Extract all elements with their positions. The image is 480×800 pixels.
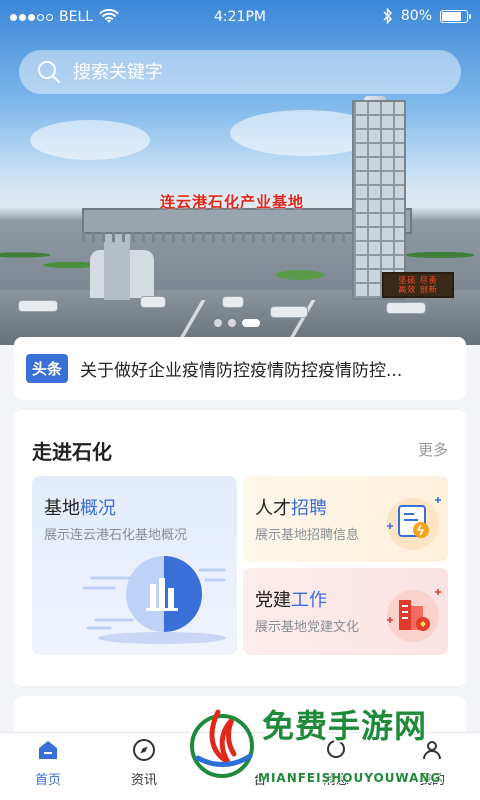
gantry-pillar: [104, 234, 130, 300]
overview-card-title: 基地概况: [44, 494, 116, 520]
talent-card-desc: 展示基地招聘信息: [255, 528, 360, 543]
car-shape: [222, 296, 244, 308]
party-title-part: 党建: [255, 590, 291, 611]
party-card-desc: 展示基地党建文化: [255, 620, 360, 635]
party-card-title: 党建工作: [255, 586, 327, 612]
intro-section: 走进石化 更多 基地概况 展示连云港石化基地概况 人才招聘 展示基地招聘信息 党…: [14, 410, 466, 686]
talent-card-title: 人才招聘: [255, 494, 327, 520]
carousel-dot-active[interactable]: [242, 319, 260, 327]
industrial-tower-shape: [352, 100, 406, 300]
led-sign-board: 坚硕 尽责 高效 创新: [382, 272, 454, 298]
overview-title-part: 基地: [44, 498, 80, 519]
watermark-overlay: 免费手游网 MIANFEISHOUYOUWANG: [188, 697, 480, 800]
car-shape: [18, 300, 58, 312]
nav-item-home[interactable]: 首页: [0, 733, 96, 800]
led-sign-line: 坚硕 尽责: [398, 276, 438, 285]
party-title-highlight: 工作: [291, 590, 327, 611]
battery-fill: [442, 11, 462, 21]
status-bar: BELL 4:21PM 80%: [0, 0, 480, 34]
watermark-title: 免费手游网: [262, 707, 428, 745]
watermark-logo-icon: [190, 709, 254, 778]
search-input[interactable]: [73, 61, 413, 83]
party-card[interactable]: 党建工作 展示基地党建文化: [243, 568, 448, 655]
car-shape: [140, 296, 166, 308]
building-chart-icon: [82, 556, 226, 644]
resume-icon: [387, 497, 441, 550]
headline-tag: 头条: [26, 354, 69, 383]
cloud-shape: [30, 120, 150, 160]
compass-icon: [131, 737, 157, 763]
bluetooth-icon: [383, 8, 392, 24]
watermark-subtitle: MIANFEISHOUYOUWANG: [258, 771, 442, 785]
headline-news-bar[interactable]: 头条 关于做好企业疫情防控疫情防控疫情防控...: [14, 337, 466, 400]
home-icon: [35, 737, 61, 763]
battery-percent: 80%: [400, 8, 432, 24]
search-bar[interactable]: [19, 50, 461, 94]
led-sign-line: 高效 创新: [398, 285, 438, 294]
overview-title-highlight: 概况: [80, 498, 116, 519]
nav-label-news: 资讯: [130, 773, 157, 788]
party-building-icon: [387, 589, 441, 642]
talent-card[interactable]: 人才招聘 展示基地招聘信息: [243, 476, 448, 562]
headline-text[interactable]: 关于做好企业疫情防控疫情防控疫情防控...: [80, 356, 440, 381]
overview-card-desc: 展示连云港石化基地概况: [44, 528, 188, 543]
talent-title-part: 人才: [255, 498, 291, 519]
nav-item-news[interactable]: 资讯: [96, 733, 192, 800]
section-title: 走进石化: [32, 440, 112, 464]
gantry-sign-text: 连云港石化产业基地: [160, 193, 305, 211]
nav-label-home: 首页: [34, 773, 61, 788]
overview-card[interactable]: 基地概况 展示连云港石化基地概况: [32, 476, 237, 655]
carousel-indicator[interactable]: [214, 319, 260, 327]
carousel-dot[interactable]: [214, 319, 222, 327]
battery-icon: [440, 9, 471, 23]
car-shape: [386, 302, 426, 314]
more-link[interactable]: 更多: [418, 439, 448, 460]
search-icon: [38, 61, 61, 84]
status-right-group: 80%: [383, 8, 471, 24]
carousel-dot[interactable]: [228, 319, 236, 327]
car-shape: [270, 306, 308, 318]
talent-title-highlight: 招聘: [291, 498, 327, 519]
led-sign-text: 坚硕 尽责 高效 创新: [398, 276, 438, 294]
